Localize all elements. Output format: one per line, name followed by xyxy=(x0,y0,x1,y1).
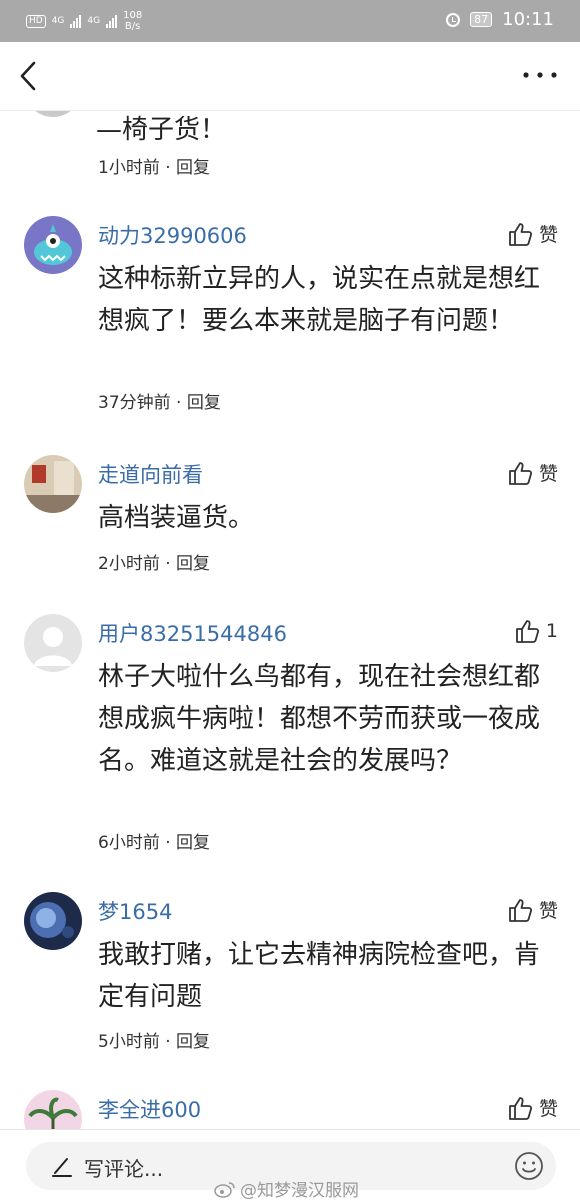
like-label: 赞 xyxy=(538,1098,558,1120)
avatar[interactable] xyxy=(24,1090,82,1129)
comment-text: 高档装逼货。 xyxy=(98,503,255,533)
back-arrow-icon[interactable] xyxy=(14,60,46,92)
comment-meta[interactable]: 2小时前 · 回复 xyxy=(98,549,210,574)
pencil-icon xyxy=(52,1158,72,1177)
status-bar-right: 87 10:11 xyxy=(446,9,554,30)
comment-list[interactable]: —椅子货！ 1小时前 · 回复 动力32990606 赞 这种标新立异的人，说实… xyxy=(0,111,580,1129)
thumbs-up-icon xyxy=(509,222,533,246)
avatar[interactable] xyxy=(24,216,82,274)
thumbs-up-icon xyxy=(509,898,533,922)
like-button[interactable]: 赞 xyxy=(507,1094,558,1121)
avatar[interactable] xyxy=(24,614,82,672)
signal-label-1: 4G xyxy=(51,16,65,26)
status-bar-left: HD 4G 4G 108 B/s xyxy=(26,10,142,32)
hd-badge: HD xyxy=(26,14,46,28)
comment-item: 动力32990606 赞 这种标新立异的人，说实在点就是想红想疯了！要么本来就是… xyxy=(0,216,580,416)
thumbs-up-icon xyxy=(509,1096,533,1120)
like-button[interactable]: 赞 xyxy=(507,896,558,923)
comment-meta[interactable]: 6小时前 · 回复 xyxy=(98,828,210,853)
comment-item: 用户83251544846 1 林子大啦什么鸟都有，现在社会想红都想成疯牛病啦！… xyxy=(0,614,580,854)
like-label: 赞 xyxy=(538,224,558,246)
thumbs-up-icon xyxy=(516,620,539,643)
comment-username[interactable]: 用户83251544846 xyxy=(98,618,287,648)
watermark: @知梦漫汉服网 xyxy=(214,1176,359,1201)
like-button[interactable]: 赞 xyxy=(507,459,558,486)
comment-input-placeholder: 写评论... xyxy=(84,1157,164,1181)
like-label: 赞 xyxy=(538,900,558,922)
more-options-icon[interactable] xyxy=(522,66,558,84)
weibo-icon xyxy=(214,1181,235,1198)
comment-meta[interactable]: 1小时前 · 回复 xyxy=(98,153,210,178)
like-label: 赞 xyxy=(538,463,558,485)
comment-meta[interactable]: 5小时前 · 回复 xyxy=(98,1027,210,1052)
comment-item: 梦1654 赞 我敢打赌，让它去精神病院检查吧，肯定有问题 5小时前 · 回复 xyxy=(0,892,580,1052)
signal-strength-icon-2 xyxy=(106,14,118,28)
signal-strength-icon xyxy=(70,14,82,28)
like-button[interactable]: 1 xyxy=(514,618,558,644)
avatar[interactable] xyxy=(24,455,82,513)
avatar[interactable] xyxy=(24,111,82,117)
comment-username[interactable]: 动力32990606 xyxy=(98,220,247,250)
status-bar: HD 4G 4G 108 B/s 87 10:11 xyxy=(0,0,580,42)
comment-meta[interactable]: 37分钟前 · 回复 xyxy=(98,388,221,413)
comment-username[interactable]: 走道向前看 xyxy=(98,459,203,489)
avatar[interactable] xyxy=(24,892,82,950)
battery-icon: 87 xyxy=(470,12,493,27)
net-speed-value: 108 xyxy=(123,10,143,21)
comment-item: 走道向前看 赞 高档装逼货。 2小时前 · 回复 xyxy=(0,455,580,575)
watermark-text: @知梦漫汉服网 xyxy=(240,1181,359,1201)
like-count: 1 xyxy=(545,620,558,642)
comment-text: 我敢打赌，让它去精神病院检查吧，肯定有问题 xyxy=(98,940,541,1012)
comment-text: 林子大啦什么鸟都有，现在社会想红都想成疯牛病啦！都想不劳而获或一夜成名。难道这就… xyxy=(98,662,541,776)
net-speed: 108 B/s xyxy=(123,10,142,32)
comment-username[interactable]: 李全进600 xyxy=(98,1094,201,1124)
thumbs-up-icon xyxy=(509,461,533,485)
comment-text: 这种标新立异的人，说实在点就是想红想疯了！要么本来就是脑子有问题！ xyxy=(98,264,541,336)
comment-username[interactable]: 梦1654 xyxy=(98,896,172,926)
clock: 10:11 xyxy=(502,9,554,30)
signal-label-2: 4G xyxy=(87,16,101,26)
emoji-icon[interactable] xyxy=(514,1151,544,1181)
comment-text: —椅子货！ xyxy=(96,115,227,145)
like-button[interactable]: 赞 xyxy=(507,220,558,247)
net-speed-unit: B/s xyxy=(124,21,141,32)
alarm-icon xyxy=(446,12,461,27)
top-nav-bar xyxy=(0,42,580,111)
partial-comment: —椅子货！ 1小时前 · 回复 xyxy=(0,111,580,195)
comment-item: 李全进600 赞 xyxy=(0,1090,580,1129)
